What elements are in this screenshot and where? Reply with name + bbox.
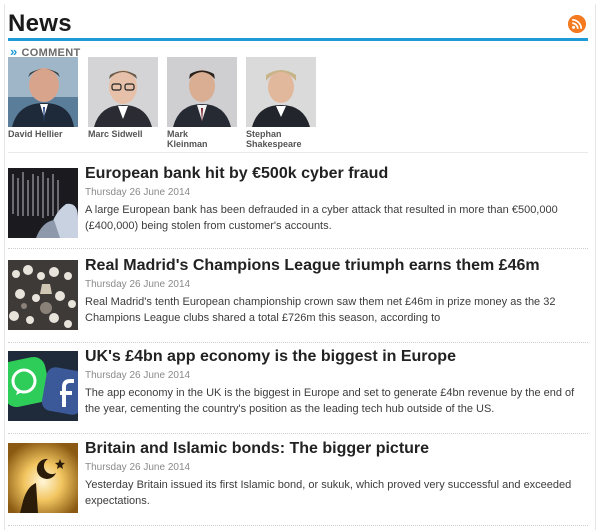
author-name[interactable]: Stephan Shakespeare	[246, 129, 306, 149]
author-name[interactable]: Marc Sidwell	[88, 129, 148, 139]
author-name[interactable]: Mark Kleinman	[167, 129, 227, 149]
article-item: European bank hit by €500k cyber fraud T…	[8, 164, 588, 249]
rss-feed-icon[interactable]	[568, 15, 586, 33]
article-item: Britain and Islamic bonds: The bigger pi…	[8, 439, 588, 526]
article-summary: The app economy in the UK is the biggest…	[85, 387, 575, 415]
article-content: European bank hit by €500k cyber fraud T…	[85, 164, 588, 234]
article-thumbnail[interactable]	[8, 260, 78, 330]
comment-authors: David Hellier Marc Sidwell Mark Kleinman…	[8, 57, 588, 153]
article-thumbnail[interactable]	[8, 351, 78, 421]
article-thumbnail[interactable]	[8, 168, 78, 238]
article-date: Thursday 26 June 2014	[85, 187, 191, 198]
article-headline[interactable]: Britain and Islamic bonds: The bigger pi…	[85, 439, 588, 459]
article-date: Thursday 26 June 2014	[85, 370, 191, 381]
author-photo[interactable]	[88, 57, 158, 127]
author-stephan-shakespeare[interactable]: Stephan Shakespeare	[246, 57, 318, 149]
comment-section-label: » COMMENT	[10, 44, 80, 59]
news-header: News	[8, 10, 588, 41]
author-photo[interactable]	[167, 57, 237, 127]
article-headline[interactable]: UK's £4bn app economy is the biggest in …	[85, 347, 588, 367]
article-content: Real Madrid's Champions League triumph e…	[85, 256, 588, 326]
article-content: Britain and Islamic bonds: The bigger pi…	[85, 439, 588, 509]
article-item: Real Madrid's Champions League triumph e…	[8, 256, 588, 343]
author-david-hellier[interactable]: David Hellier	[8, 57, 80, 139]
article-content: UK's £4bn app economy is the biggest in …	[85, 347, 588, 417]
author-mark-kleinman[interactable]: Mark Kleinman	[167, 57, 239, 149]
article-date: Thursday 26 June 2014	[85, 462, 191, 473]
article-summary: Yesterday Britain issued its first Islam…	[85, 479, 572, 507]
author-photo[interactable]	[246, 57, 316, 127]
article-date: Thursday 26 June 2014	[85, 279, 191, 290]
article-headline[interactable]: European bank hit by €500k cyber fraud	[85, 164, 588, 184]
author-name[interactable]: David Hellier	[8, 129, 68, 139]
article-thumbnail[interactable]	[8, 443, 78, 513]
author-photo[interactable]	[8, 57, 78, 127]
article-summary: A large European bank has been defrauded…	[85, 204, 558, 232]
article-item: UK's £4bn app economy is the biggest in …	[8, 347, 588, 434]
section-title: News	[8, 10, 72, 37]
article-headline[interactable]: Real Madrid's Champions League triumph e…	[85, 256, 588, 276]
author-marc-sidwell[interactable]: Marc Sidwell	[88, 57, 160, 139]
article-summary: Real Madrid's tenth European championshi…	[85, 296, 556, 324]
